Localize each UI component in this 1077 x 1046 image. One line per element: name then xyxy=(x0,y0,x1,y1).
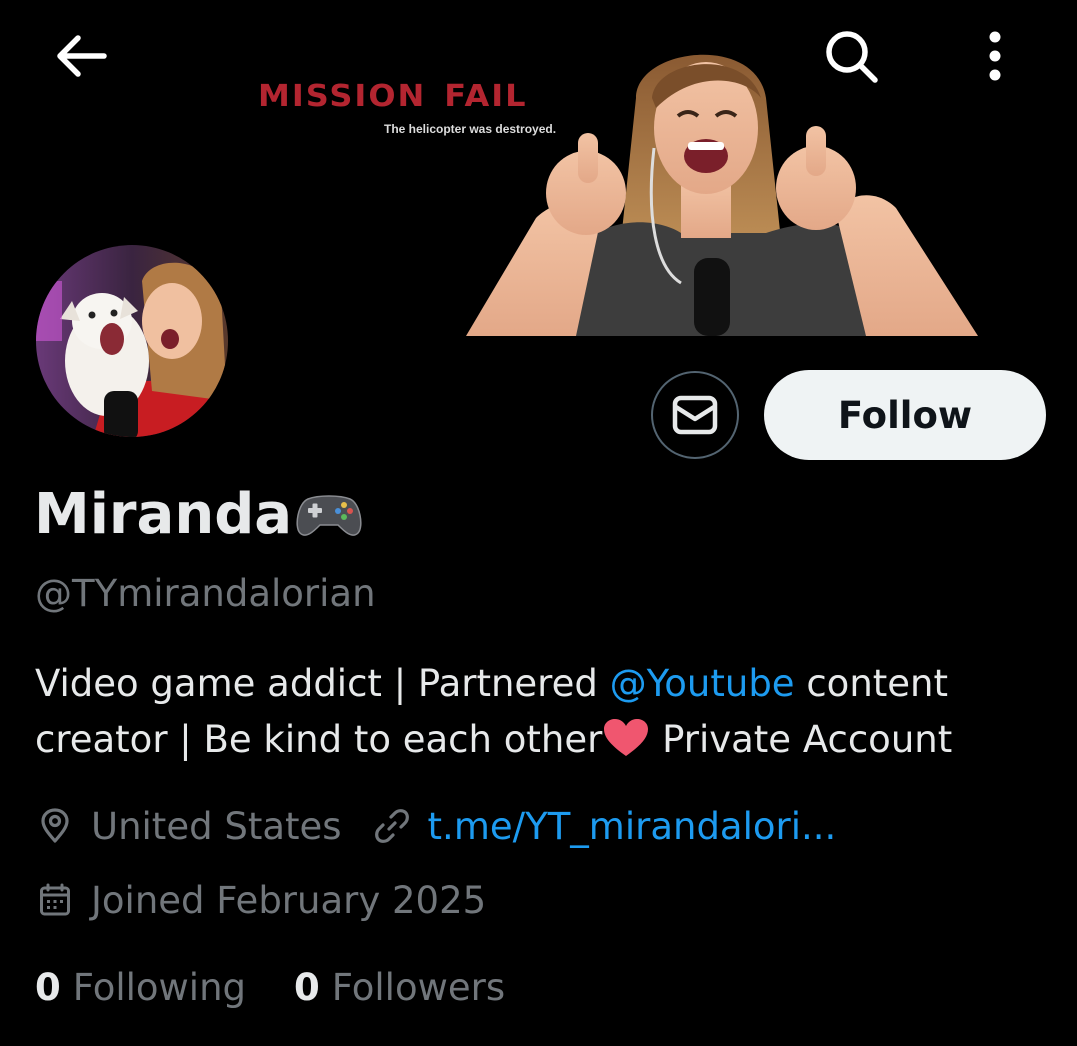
banner-person-thumbs-up-image xyxy=(466,54,978,336)
follow-stats: 0 Following 0 Followers xyxy=(35,966,505,1009)
bio: Video game addict | Partnered @Youtube c… xyxy=(35,656,1045,768)
followers-count: 0 xyxy=(294,966,320,1009)
following-count: 0 xyxy=(35,966,61,1009)
profile-meta-joined: Joined February 2025 xyxy=(35,878,486,922)
calendar-icon xyxy=(35,878,75,922)
followers-label: Followers xyxy=(331,966,506,1009)
display-name: Miranda xyxy=(34,482,364,547)
avatar[interactable] xyxy=(32,241,232,441)
display-name-text: Miranda xyxy=(34,482,293,547)
website-link[interactable]: t.me/YT_mirandalori... xyxy=(428,805,837,848)
location-text: United States xyxy=(91,804,342,848)
mail-icon xyxy=(672,395,718,435)
search-button[interactable] xyxy=(812,22,892,90)
follow-button[interactable]: Follow xyxy=(764,370,1046,460)
game-controller-emoji xyxy=(296,494,362,536)
search-icon xyxy=(826,31,878,83)
bio-text-3: Private Account xyxy=(650,718,953,761)
joined-date-text: Joined February 2025 xyxy=(91,878,487,922)
bio-text-1: Video game addict | Partnered xyxy=(35,662,610,705)
more-vertical-icon xyxy=(989,31,1001,81)
link-icon xyxy=(372,804,412,848)
back-button[interactable] xyxy=(44,24,116,88)
arrow-left-icon xyxy=(57,35,107,77)
profile-meta-location-website: United States t.me/YT_mirandalori... xyxy=(35,804,836,848)
message-button[interactable] xyxy=(651,371,739,459)
followers-stat-link[interactable]: 0 Followers xyxy=(294,966,505,1009)
avatar-image xyxy=(36,245,228,437)
more-options-button[interactable] xyxy=(960,22,1030,90)
following-stat-link[interactable]: 0 Following xyxy=(35,966,246,1009)
heart-emoji xyxy=(604,719,649,756)
bio-mention-link[interactable]: @Youtube xyxy=(610,662,795,705)
following-label: Following xyxy=(72,966,247,1009)
location-pin-icon xyxy=(35,804,75,848)
handle: @TYmirandalorian xyxy=(35,572,376,615)
